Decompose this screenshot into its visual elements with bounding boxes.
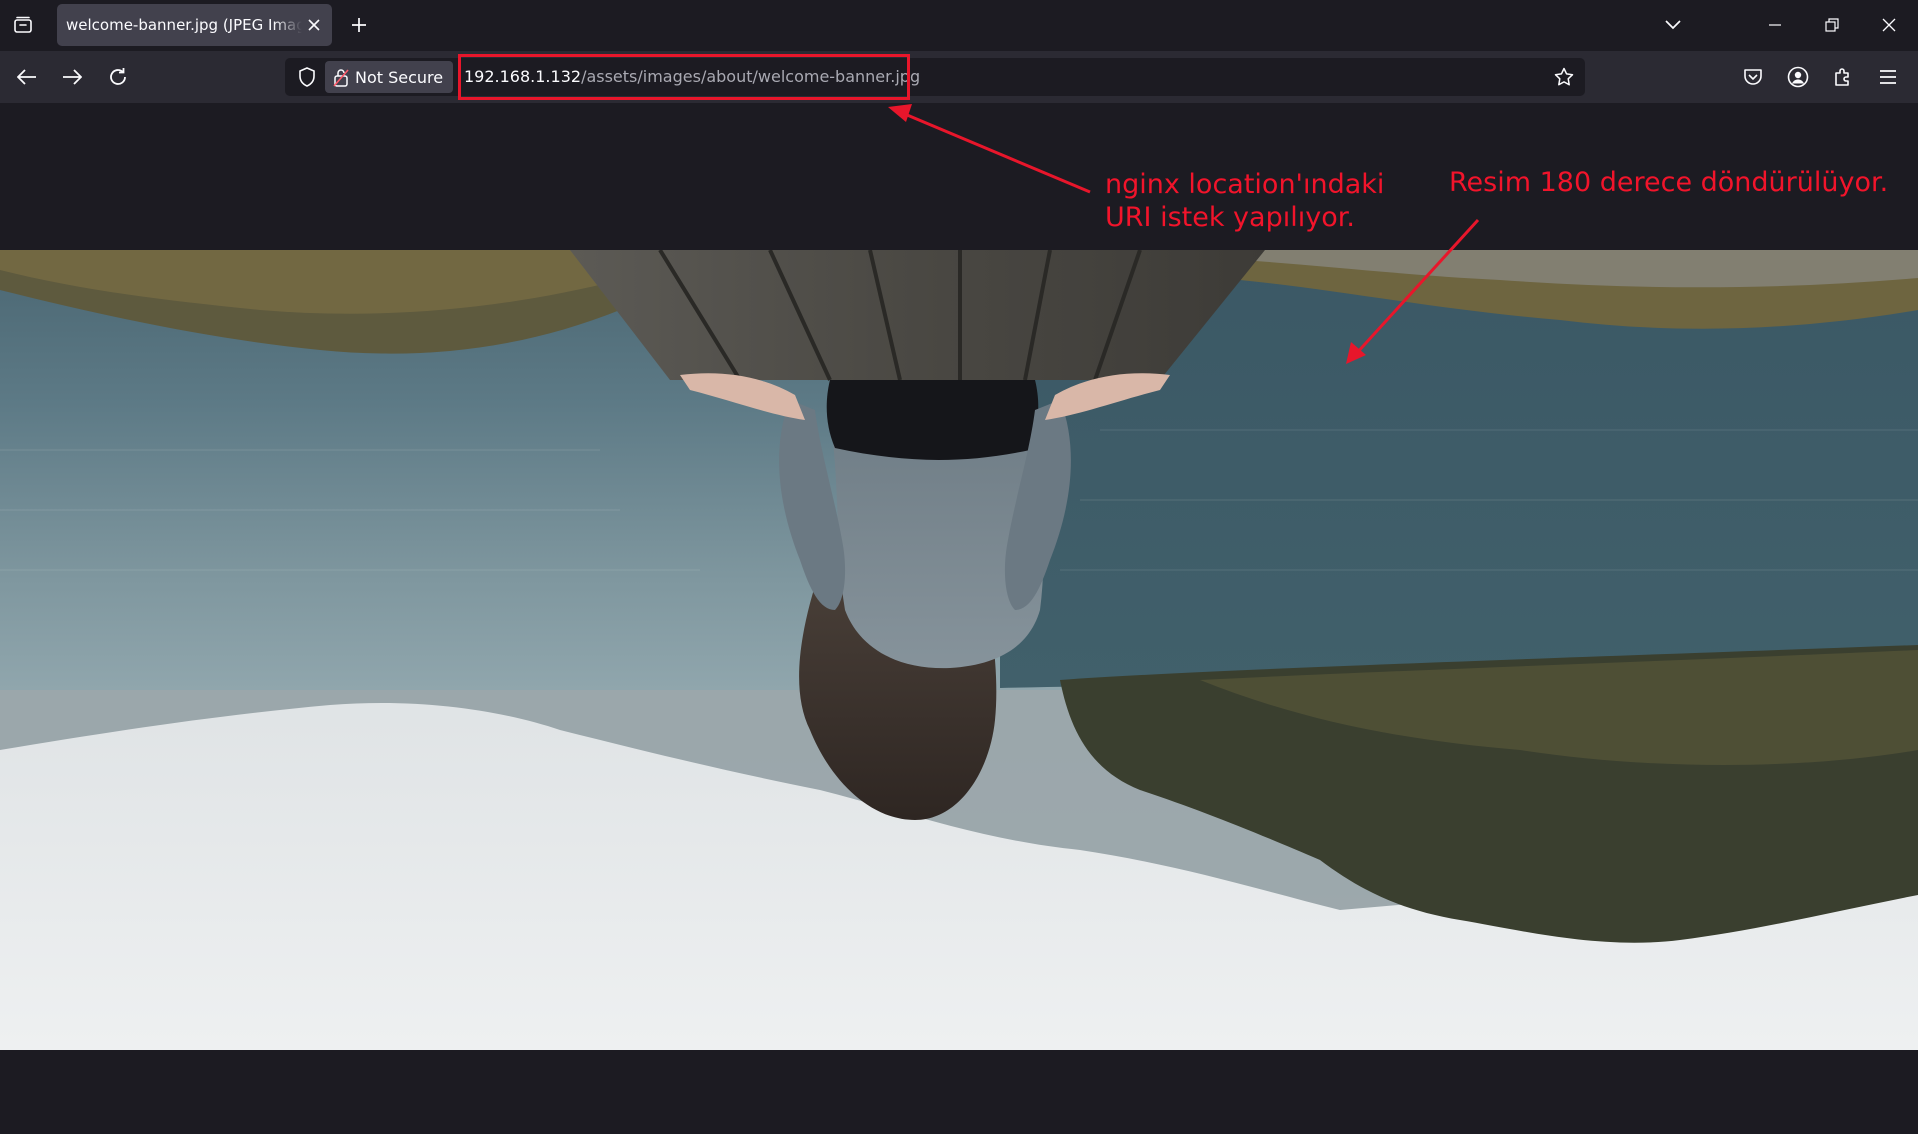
shield-icon[interactable] <box>295 65 319 89</box>
tab-strip: welcome-banner.jpg (JPEG Image, 1920 × 8… <box>0 0 1918 51</box>
window-close-icon[interactable] <box>1876 12 1902 38</box>
menu-icon[interactable] <box>1875 64 1901 90</box>
site-security-button[interactable]: Not Secure <box>325 61 454 93</box>
plus-icon[interactable] <box>346 12 372 38</box>
chevron-down-icon[interactable] <box>1660 12 1686 38</box>
not-secure-label: Not Secure <box>355 67 444 87</box>
extensions-icon[interactable] <box>1830 64 1856 90</box>
uri-annotation-line1: nginx location'ındaki <box>1105 169 1385 200</box>
restore-icon[interactable] <box>1819 12 1845 38</box>
insecure-lock-icon <box>333 68 349 87</box>
bookmark-star-icon[interactable] <box>1552 65 1576 89</box>
page-content <box>0 103 1918 1134</box>
welcome-banner-image[interactable] <box>0 250 1918 1050</box>
reload-icon[interactable] <box>105 64 131 90</box>
url-highlight-box <box>458 54 910 100</box>
tab-title: welcome-banner.jpg (JPEG Image, 1920 × 8… <box>66 16 302 34</box>
arrow-right-icon[interactable] <box>59 64 85 90</box>
navigation-toolbar: Not Secure 192.168.1.132/assets/images/a… <box>0 51 1918 103</box>
minimize-icon[interactable] <box>1762 12 1788 38</box>
pocket-icon[interactable] <box>1740 64 1766 90</box>
close-icon[interactable] <box>303 14 325 36</box>
uri-annotation-line2: URI istek yapılıyor. <box>1105 202 1355 233</box>
active-tab[interactable]: welcome-banner.jpg (JPEG Image, 1920 × 8… <box>57 4 332 46</box>
rotated-photo <box>0 250 1918 1050</box>
arrow-left-icon[interactable] <box>14 64 40 90</box>
rotate-annotation: Resim 180 derece döndürülüyor. <box>1449 167 1889 198</box>
account-icon[interactable] <box>1785 64 1811 90</box>
uri-annotation: nginx location'ındaki URI istek yapılıyo… <box>1105 168 1384 234</box>
tab-manager-icon[interactable] <box>10 12 36 38</box>
